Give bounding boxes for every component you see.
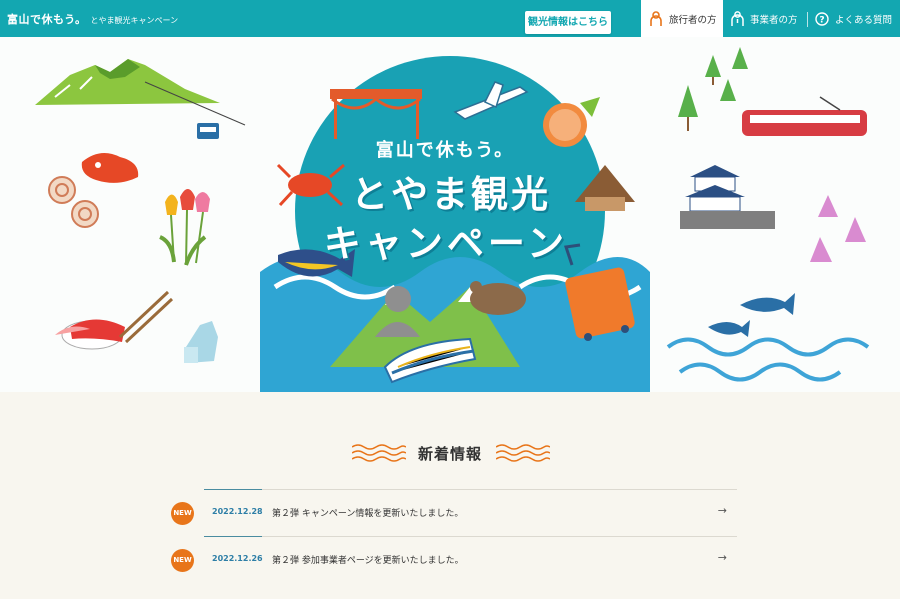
sea-waves-illustration — [666, 337, 870, 382]
trees-illustration — [678, 47, 748, 131]
shell-illustration — [48, 176, 99, 228]
news-item[interactable]: NEW 2022.12.28 第２弾 キャンペーン情報を更新いたしました。 → — [171, 489, 737, 535]
news-item-accent — [204, 536, 262, 537]
nav-business[interactable]: 事業者の方 — [731, 0, 798, 37]
castle-illustration — [680, 165, 775, 229]
site-logo[interactable]: 富山で休もう。 とやま観光キャンペーン — [7, 11, 178, 27]
squid-illustration — [810, 195, 866, 262]
traveler-icon — [650, 10, 662, 26]
new-badge: NEW — [171, 502, 194, 525]
hero-title-line2: キャンペーン — [323, 222, 569, 265]
news-item[interactable]: NEW 2022.12.26 第２弾 参加事業者ページを更新いたしました。 → — [171, 536, 737, 582]
nav-faq-label: よくある質問 — [835, 14, 893, 26]
nav-traveler-label: 旅行者の方 — [669, 14, 717, 26]
news-section: 新着情報 NEW 2022.12.28 第２弾 キャンペーン情報を更新いたしまし… — [0, 392, 900, 599]
wave-decoration-right — [496, 444, 550, 462]
tulip-illustration — [159, 189, 210, 266]
new-badge: NEW — [171, 549, 194, 572]
news-heading: 新着情報 — [417, 445, 482, 463]
nav-divider — [807, 12, 808, 27]
news-date: 2022.12.28 — [212, 507, 263, 516]
sushi-illustration — [55, 290, 174, 350]
svg-text:?: ? — [819, 15, 824, 25]
news-title[interactable]: 第２弾 キャンペーン情報を更新いたしました。 — [272, 506, 463, 519]
logo-main: 富山で休もう。 — [7, 13, 87, 26]
news-date: 2022.12.26 — [212, 554, 263, 563]
site-header: 富山で休もう。 とやま観光キャンペーン 観光情報はこちら 旅行者の方 事業者の方 … — [0, 0, 900, 37]
question-icon: ? — [815, 11, 829, 26]
arrow-right-icon: → — [717, 504, 727, 517]
hero-tagline: 富山で休もう。 — [375, 140, 515, 161]
hero-banner: 富山で休もう。 とやま観光 キャンペーン — [0, 37, 900, 392]
logo-sub: とやま観光キャンペーン — [90, 16, 179, 25]
red-fish-illustration — [81, 153, 139, 183]
business-icon — [731, 10, 744, 26]
hero-title-line1: とやま観光 — [351, 173, 551, 216]
nav-faq[interactable]: ? よくある質問 — [815, 0, 892, 37]
tram-illustration — [742, 96, 867, 136]
nav-business-label: 事業者の方 — [750, 14, 798, 26]
arrow-right-icon: → — [717, 551, 727, 564]
mountain-illustration — [35, 59, 246, 139]
news-item-accent — [204, 489, 262, 490]
sake-bottle-illustration — [184, 321, 218, 363]
tourism-info-button[interactable]: 観光情報はこちら — [525, 11, 611, 34]
nav-traveler[interactable]: 旅行者の方 — [641, 0, 723, 37]
news-title[interactable]: 第２弾 参加事業者ページを更新いたしました。 — [272, 553, 464, 566]
blue-fish-illustration — [708, 293, 795, 337]
